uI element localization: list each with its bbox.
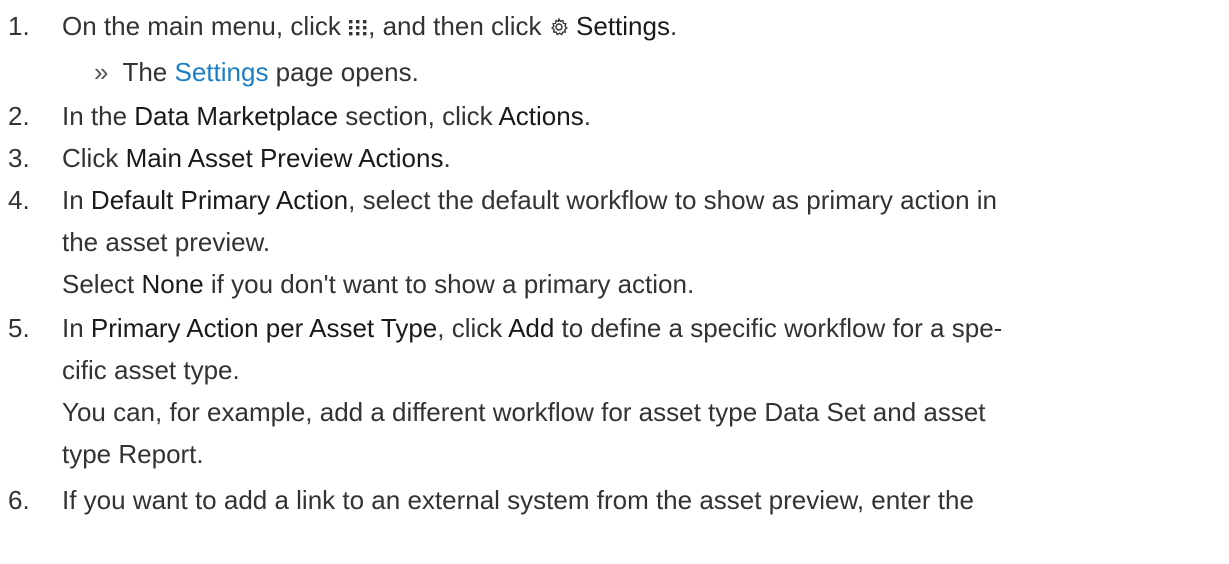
settings-link[interactable]: Settings xyxy=(175,57,269,87)
step-number: 1. xyxy=(8,11,30,41)
settings-ui-term: Settings xyxy=(576,11,670,41)
step-text: On the main menu, click , and then click xyxy=(62,9,677,45)
document: 1. On the main menu, click , and then cl… xyxy=(8,9,1003,515)
step-text: Click Main Asset Preview Actions. xyxy=(62,143,451,173)
step-number: 5. xyxy=(8,313,30,343)
gear-icon xyxy=(549,11,569,45)
step-number: 2. xyxy=(8,101,30,131)
step-number: 6. xyxy=(8,485,30,515)
step-number: 3. xyxy=(8,143,30,173)
step-text: If you want to add a link to an external… xyxy=(62,485,974,515)
step-text: In Default Primary Action, select the de… xyxy=(62,185,997,215)
result-marker: » xyxy=(94,57,109,87)
step-text: In Primary Action per Asset Type, click … xyxy=(62,313,1003,343)
grid-menu-icon xyxy=(348,11,368,45)
step-number: 4. xyxy=(8,185,30,215)
step-text: In the Data Marketplace section, click A… xyxy=(62,101,591,131)
